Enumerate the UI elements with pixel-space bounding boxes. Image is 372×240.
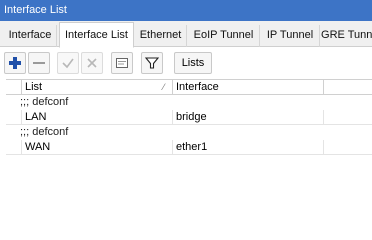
tab-gre-tunnel[interactable]: GRE Tunnel [321, 25, 372, 47]
grid-line [323, 110, 324, 125]
filter-button[interactable] [141, 52, 163, 74]
tab-eoip-tunnel[interactable]: EoIP Tunnel [188, 25, 260, 47]
comment-icon [116, 58, 128, 68]
tab-bar: Interface Interface List Ethernet EoIP T… [0, 21, 372, 48]
row-comment: ;;; defconf [20, 96, 69, 108]
disable-button[interactable] [81, 52, 103, 74]
comment-button[interactable] [111, 52, 133, 74]
check-icon [62, 58, 74, 69]
enable-button[interactable] [57, 52, 79, 74]
interface-list-table: List ⁄ Interface ;;; defconf LAN bridge … [6, 79, 372, 231]
table-row[interactable]: WAN ether1 [6, 140, 372, 155]
cell-interface: ether1 [176, 141, 208, 153]
column-header-list[interactable]: List [22, 80, 172, 94]
table-header: List ⁄ Interface [6, 79, 372, 95]
row-comment: ;;; defconf [20, 126, 69, 138]
toolbar: Lists [0, 48, 372, 78]
remove-button[interactable] [28, 52, 50, 74]
lists-button[interactable]: Lists [174, 52, 212, 74]
minus-icon [33, 62, 45, 64]
x-icon [87, 58, 97, 68]
sort-arrow-icon: ⁄ [163, 82, 165, 92]
grid-line [21, 110, 22, 125]
grid-line [172, 110, 173, 125]
comment-row[interactable]: ;;; defconf [6, 125, 372, 140]
column-divider [323, 80, 324, 94]
tab-interface[interactable]: Interface [4, 25, 57, 47]
column-header-interface[interactable]: Interface [173, 80, 323, 94]
tab-ip-tunnel[interactable]: IP Tunnel [261, 25, 320, 47]
window-title: Interface List [0, 0, 372, 21]
table-row[interactable]: LAN bridge [6, 110, 372, 125]
filter-icon [144, 57, 160, 69]
cell-interface: bridge [176, 111, 207, 123]
column-divider [21, 80, 22, 94]
grid-line [21, 140, 22, 155]
add-button[interactable] [4, 52, 26, 74]
grid-line [172, 140, 173, 155]
grid-line [323, 140, 324, 155]
cell-list: LAN [25, 111, 47, 123]
tab-interface-list[interactable]: Interface List [59, 22, 134, 48]
comment-row[interactable]: ;;; defconf [6, 95, 372, 110]
cell-list: WAN [25, 141, 51, 153]
plus-icon [9, 57, 21, 69]
tab-ethernet[interactable]: Ethernet [135, 25, 187, 47]
